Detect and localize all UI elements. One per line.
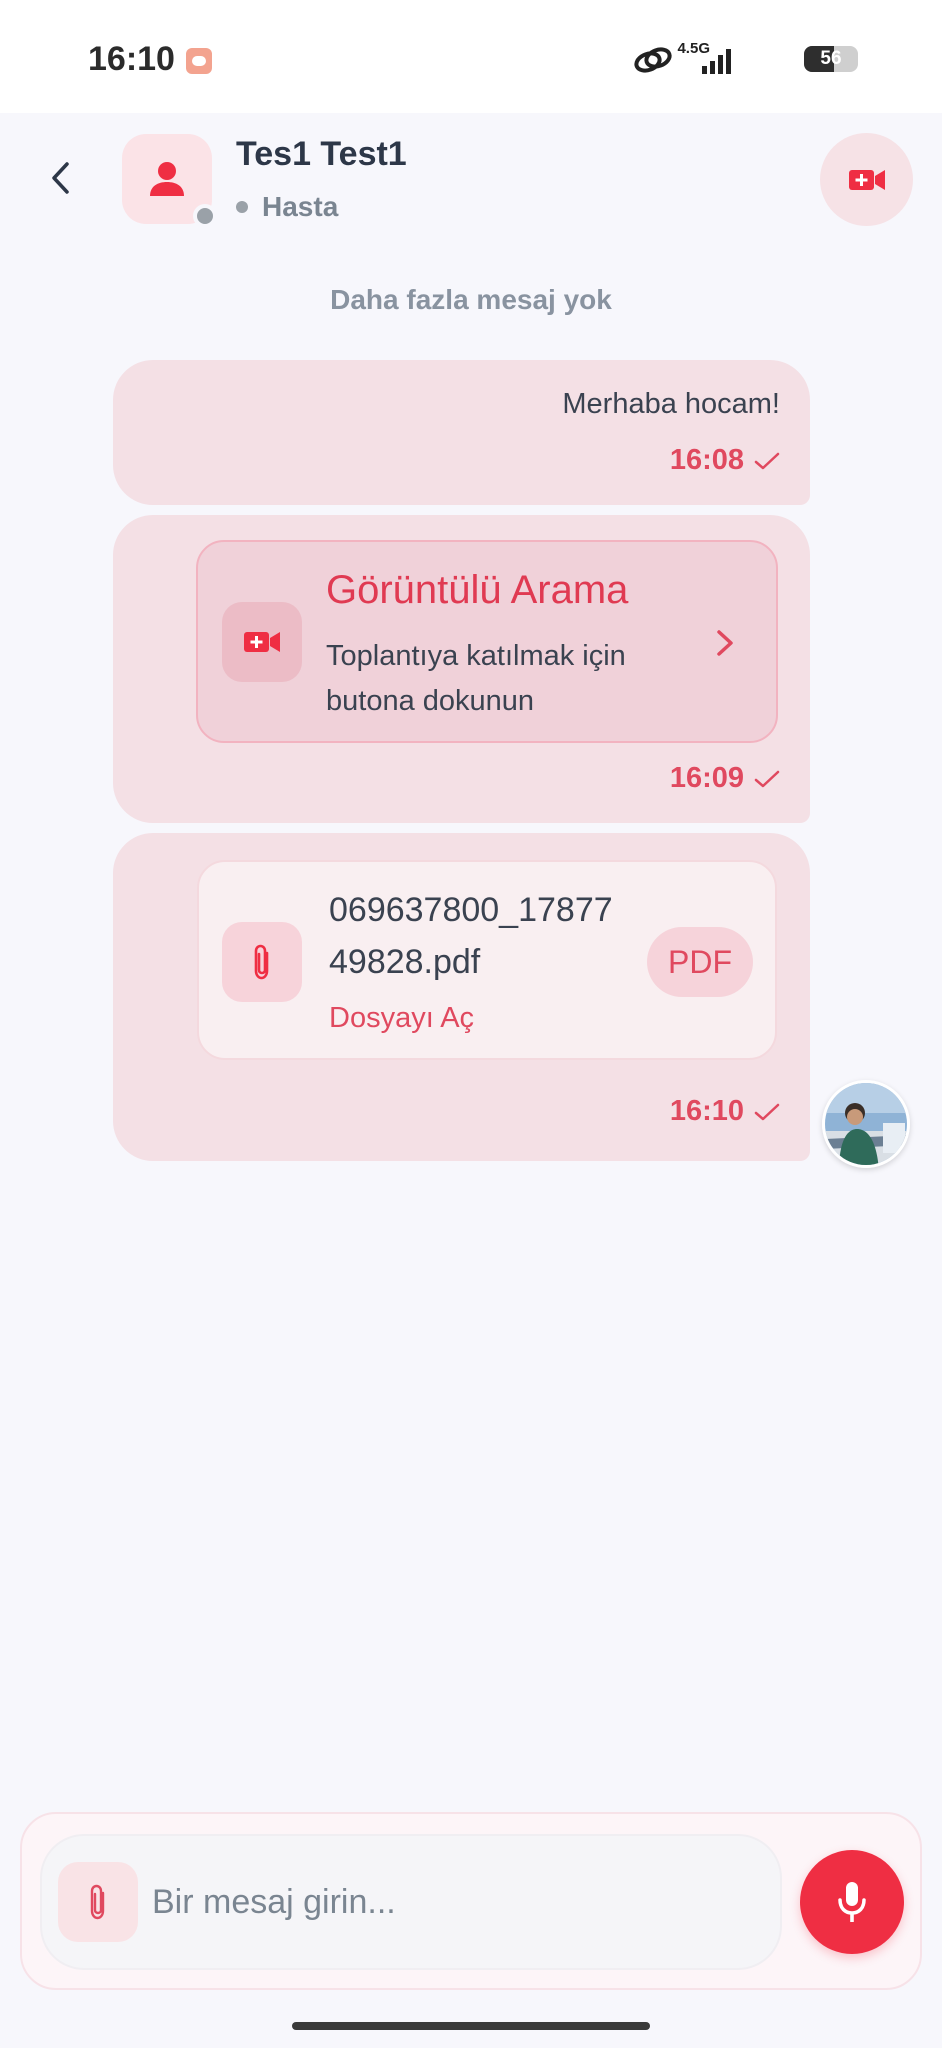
signal-icon [702, 49, 731, 74]
call-card-description: Toplantıya katılmak için butona dokunun [326, 640, 626, 717]
notification-app-icon [186, 48, 212, 74]
video-camera-icon [244, 632, 280, 652]
mic-button[interactable] [800, 1850, 904, 1954]
check-icon [754, 770, 780, 787]
open-file-link[interactable]: Dosyayı Aç [329, 1002, 474, 1035]
message-bubble[interactable]: Merhaba hocam! 16:08 [113, 360, 810, 505]
call-card-title: Görüntülü Arama [326, 568, 629, 612]
status-icons: 4.5G 56 [634, 40, 858, 78]
file-name: 069637800_1787749828.pdf [329, 891, 613, 981]
home-indicator[interactable] [292, 2022, 650, 2030]
message-text: Merhaba hocam! [562, 388, 780, 420]
paperclip-icon [90, 1884, 105, 1920]
battery-level-text: 56 [820, 48, 842, 69]
message-time: 16:10 [669, 1095, 744, 1127]
hotspot-link-icon [634, 47, 672, 73]
message-meta: 16:08 [670, 444, 780, 477]
contact-name: Tes1 Test1 [236, 135, 407, 173]
message-bubble: Görüntülü Arama Toplantıya katılmak için… [113, 515, 810, 823]
video-call-button[interactable] [820, 133, 913, 226]
file-attachment-card[interactable]: 069637800_1787749828.pdf Dosyayı Aç PDF [197, 860, 777, 1060]
contact-role: Hasta [262, 191, 339, 222]
sender-avatar[interactable] [822, 1080, 910, 1168]
chevron-left-icon [52, 162, 69, 194]
message-meta: 16:09 [670, 762, 780, 795]
back-button[interactable] [36, 153, 86, 203]
person-icon [150, 162, 184, 196]
paperclip-icon [254, 944, 269, 980]
battery-icon: 56 [804, 46, 858, 72]
no-more-messages-label: Daha fazla mesaj yok [330, 284, 612, 315]
message-meta: 16:10 [670, 1095, 780, 1128]
status-dot [236, 201, 248, 213]
check-icon [754, 1103, 780, 1120]
presence-indicator [193, 204, 217, 228]
microphone-icon [838, 1882, 866, 1922]
status-time: 16:10 [88, 40, 175, 78]
contact-role-row: Hasta [236, 191, 338, 223]
file-type-badge: PDF [647, 927, 753, 997]
message-composer [20, 1812, 922, 1990]
message-bubble: 069637800_1787749828.pdf Dosyayı Aç PDF … [113, 833, 810, 1161]
call-card-icon-box [222, 602, 302, 682]
message-time: 16:09 [669, 762, 744, 794]
status-bar: 16:10 4.5G 56 [0, 0, 942, 113]
contact-avatar[interactable] [122, 134, 217, 228]
video-camera-icon [848, 169, 885, 190]
file-card-icon-box [222, 922, 302, 1002]
message-input[interactable] [152, 1860, 752, 1944]
attach-button[interactable] [58, 1862, 138, 1942]
chat-header: Tes1 Test1 Hasta [0, 113, 942, 263]
chevron-right-icon [717, 630, 733, 656]
composer-field [40, 1834, 782, 1970]
video-call-card[interactable]: Görüntülü Arama Toplantıya katılmak için… [196, 540, 778, 743]
sender-photo [825, 1083, 907, 1165]
check-icon [754, 452, 780, 469]
message-time: 16:08 [669, 444, 744, 476]
